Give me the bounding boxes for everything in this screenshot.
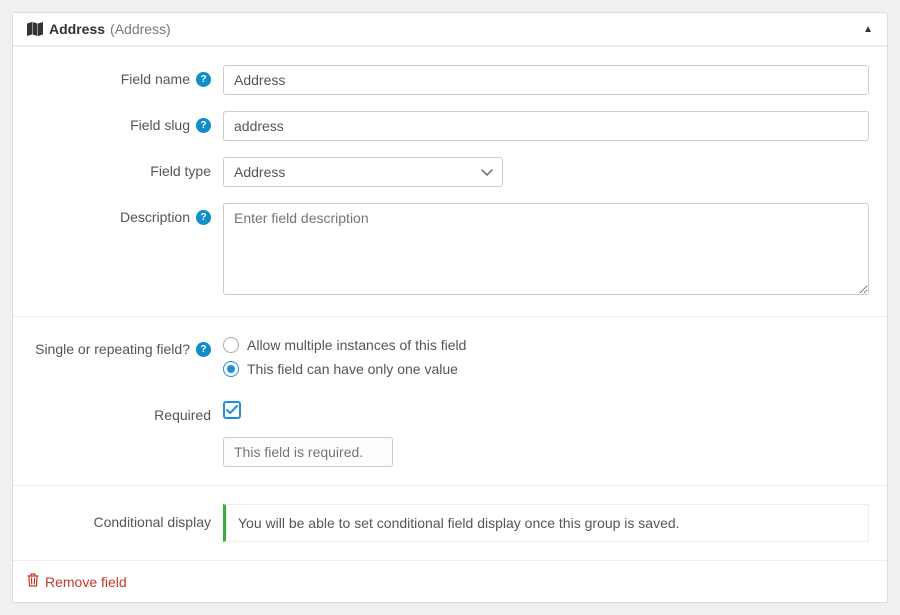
radio-only-one[interactable]: This field can have only one value: [223, 361, 869, 377]
remove-field-button[interactable]: Remove field: [27, 573, 127, 590]
panel-subtitle: (Address): [110, 21, 171, 37]
field-name-input[interactable]: [223, 65, 869, 95]
label-field-type: Field type: [150, 163, 211, 179]
map-icon: [27, 22, 43, 36]
required-message-input: [223, 437, 393, 467]
panel-title: Address: [49, 21, 105, 37]
row-field-slug: Field slug ?: [31, 111, 869, 141]
section-conditional: Conditional display You will be able to …: [13, 485, 887, 560]
required-checkbox[interactable]: [223, 401, 241, 419]
conditional-notice-text: You will be able to set conditional fiel…: [238, 515, 680, 531]
help-icon[interactable]: ?: [196, 118, 211, 133]
label-field-slug: Field slug: [130, 117, 190, 133]
row-repeating: Single or repeating field? ? Allow multi…: [31, 335, 869, 385]
row-field-name: Field name ?: [31, 65, 869, 95]
row-conditional: Conditional display You will be able to …: [31, 504, 869, 542]
trash-icon: [27, 573, 39, 590]
label-repeating: Single or repeating field?: [35, 341, 190, 357]
section-main: Field name ? Field slug ? Field type: [13, 46, 887, 316]
field-slug-input[interactable]: [223, 111, 869, 141]
label-description: Description: [120, 209, 190, 225]
help-icon[interactable]: ?: [196, 210, 211, 225]
collapse-caret-icon[interactable]: ▲: [863, 24, 873, 35]
radio-icon[interactable]: [223, 337, 239, 353]
help-icon[interactable]: ?: [196, 342, 211, 357]
repeating-radio-group: Allow multiple instances of this field T…: [223, 335, 869, 377]
remove-field-label: Remove field: [45, 574, 127, 590]
label-conditional: Conditional display: [93, 514, 211, 530]
radio-icon[interactable]: [223, 361, 239, 377]
radio-label-multiple: Allow multiple instances of this field: [247, 337, 466, 353]
field-type-select[interactable]: Address: [223, 157, 503, 187]
row-field-type: Field type Address: [31, 157, 869, 187]
radio-label-only-one: This field can have only one value: [247, 361, 458, 377]
help-icon[interactable]: ?: [196, 72, 211, 87]
conditional-notice: You will be able to set conditional fiel…: [223, 504, 869, 542]
section-options: Single or repeating field? ? Allow multi…: [13, 316, 887, 485]
row-required: Required: [31, 401, 869, 467]
row-description: Description ?: [31, 203, 869, 298]
checkmark-icon: [226, 405, 238, 415]
label-field-name: Field name: [121, 71, 190, 87]
panel-header[interactable]: Address (Address) ▲: [13, 13, 887, 46]
panel-footer: Remove field: [13, 560, 887, 602]
description-textarea[interactable]: [223, 203, 869, 295]
radio-allow-multiple[interactable]: Allow multiple instances of this field: [223, 337, 869, 353]
label-required: Required: [154, 407, 211, 423]
field-editor-panel: Address (Address) ▲ Field name ? Field s…: [12, 12, 888, 603]
